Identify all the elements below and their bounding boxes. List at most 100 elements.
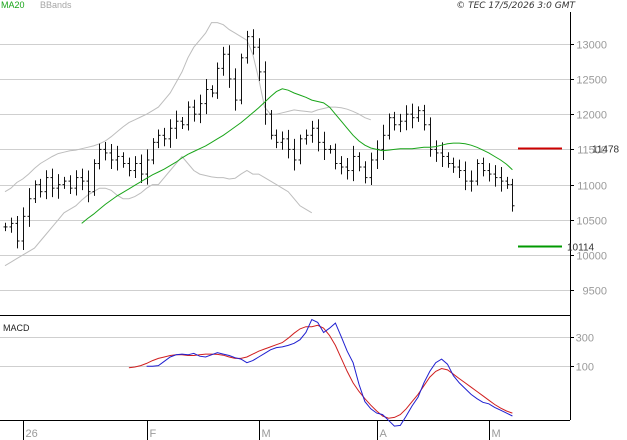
ohlc-bar — [292, 138, 297, 171]
ohlc-bar — [280, 131, 285, 150]
ohlc-bar — [286, 129, 291, 159]
ohlc-bar — [310, 120, 315, 143]
ohlc-bar — [215, 62, 220, 99]
price-tick-label: 12500 — [576, 75, 607, 87]
ohlc-bar — [493, 165, 498, 187]
macd-tick-label: 100 — [576, 362, 594, 374]
ohlc-bar — [316, 119, 321, 152]
ohlc-bar — [475, 159, 480, 186]
support-level-label: 10114 — [567, 243, 595, 254]
ohlc-bar — [363, 161, 368, 184]
ohlc-bar — [328, 145, 333, 154]
price-tick-label: 13000 — [576, 40, 607, 52]
ohlc-bar — [56, 174, 61, 199]
macd-panel-title: MACD — [3, 323, 30, 333]
ohlc-bar — [186, 101, 191, 131]
date-tick-label: A — [380, 428, 388, 440]
ohlc-bar — [227, 45, 232, 88]
ohlc-bar — [451, 157, 456, 173]
ohlc-bar — [239, 53, 244, 105]
ohlc-bar — [198, 94, 203, 124]
ohlc-bar — [245, 30, 250, 64]
ohlc-bar — [9, 217, 14, 233]
ohlc-bar — [357, 152, 362, 172]
ohlc-bar — [510, 178, 515, 212]
stock-chart: 950010000105001100011500120001250013000 … — [0, 0, 620, 440]
ohlc-bar — [133, 156, 138, 178]
legend-bbands: BBands — [40, 0, 72, 10]
ohlc-bar — [62, 176, 67, 189]
ohlc-bar — [233, 68, 238, 111]
price-grid — [0, 44, 570, 291]
ohlc-bar — [499, 167, 504, 192]
ohlc-bar — [351, 145, 356, 182]
ohlc-bar — [304, 129, 309, 145]
price-tick-label: 12000 — [576, 110, 607, 122]
date-tick-label: 26 — [26, 428, 38, 440]
macd-axis-ticks: 300 100 — [570, 333, 594, 374]
ohlc-bar — [505, 176, 510, 189]
date-tick-label: F — [150, 428, 157, 440]
ohlc-bar — [27, 188, 32, 227]
date-tick-label: M — [262, 428, 271, 440]
bollinger-upper-band — [4, 22, 371, 193]
ohlc-bar — [434, 140, 439, 162]
price-tick-label: 10500 — [576, 216, 607, 228]
ohlc-bar — [86, 170, 91, 203]
ohlc-bar — [180, 116, 185, 129]
date-axis: 26 F M A M — [23, 420, 501, 440]
ohlc-bar — [263, 61, 268, 125]
price-tick-label: 9500 — [583, 286, 607, 298]
ohlc-bar — [109, 143, 114, 169]
ohlc-bar — [381, 124, 386, 160]
ohlc-bar — [375, 140, 380, 169]
ohlc-bar — [3, 222, 8, 232]
ohlc-bar — [38, 178, 43, 198]
ohlc-bar — [168, 119, 173, 148]
macd-grid — [0, 337, 570, 367]
legend-ma20: MA20 — [1, 0, 25, 10]
ohlc-bar — [139, 154, 144, 184]
ohlc-bar — [68, 175, 73, 194]
ohlc-bar — [127, 157, 132, 177]
ohlc-bar — [44, 170, 49, 200]
ohlc-bar — [145, 149, 150, 185]
ohlc-bar — [410, 103, 415, 129]
ohlc-bar — [210, 85, 215, 98]
price-tick-label: 11000 — [577, 181, 607, 193]
ohlc-bar — [121, 152, 126, 168]
ohlc-bar — [74, 170, 79, 196]
resistance-level-label: 11478 — [592, 145, 620, 156]
price-axis-ticks: 950010000105001100011500120001250013000 — [570, 40, 607, 298]
ohlc-bar — [387, 113, 392, 140]
ohlc-bar — [422, 104, 427, 131]
ohlc-bars — [3, 29, 515, 250]
bollinger-lower-band — [4, 155, 313, 267]
ohlc-bar — [398, 113, 403, 133]
ohlc-bar — [487, 163, 492, 182]
ohlc-bar — [21, 207, 26, 250]
ohlc-bar — [469, 170, 474, 192]
ohlc-bar — [404, 105, 409, 131]
ohlc-bar — [481, 157, 486, 177]
ohlc-bar — [156, 129, 161, 149]
ohlc-bar — [97, 143, 102, 170]
ohlc-bar — [50, 168, 55, 198]
date-tick-label: M — [492, 428, 501, 440]
copyright-notice: © TEC 17/5/2026 3:0 GMT — [456, 1, 576, 11]
ohlc-bar — [33, 180, 38, 203]
ohlc-bar — [369, 152, 374, 185]
ohlc-bar — [457, 159, 462, 178]
ohlc-bar — [221, 46, 226, 76]
ohlc-bar — [251, 29, 256, 55]
ohlc-bar — [103, 142, 108, 161]
ohlc-bar — [339, 156, 344, 175]
ohlc-bar — [322, 131, 327, 160]
ohlc-bar — [192, 99, 197, 122]
ohlc-bar — [333, 143, 338, 170]
macd-signal-line — [128, 324, 513, 419]
ohlc-bar — [428, 117, 433, 157]
ohlc-bar — [80, 168, 85, 191]
ohlc-bar — [446, 152, 451, 168]
ohlc-bar — [162, 127, 167, 147]
